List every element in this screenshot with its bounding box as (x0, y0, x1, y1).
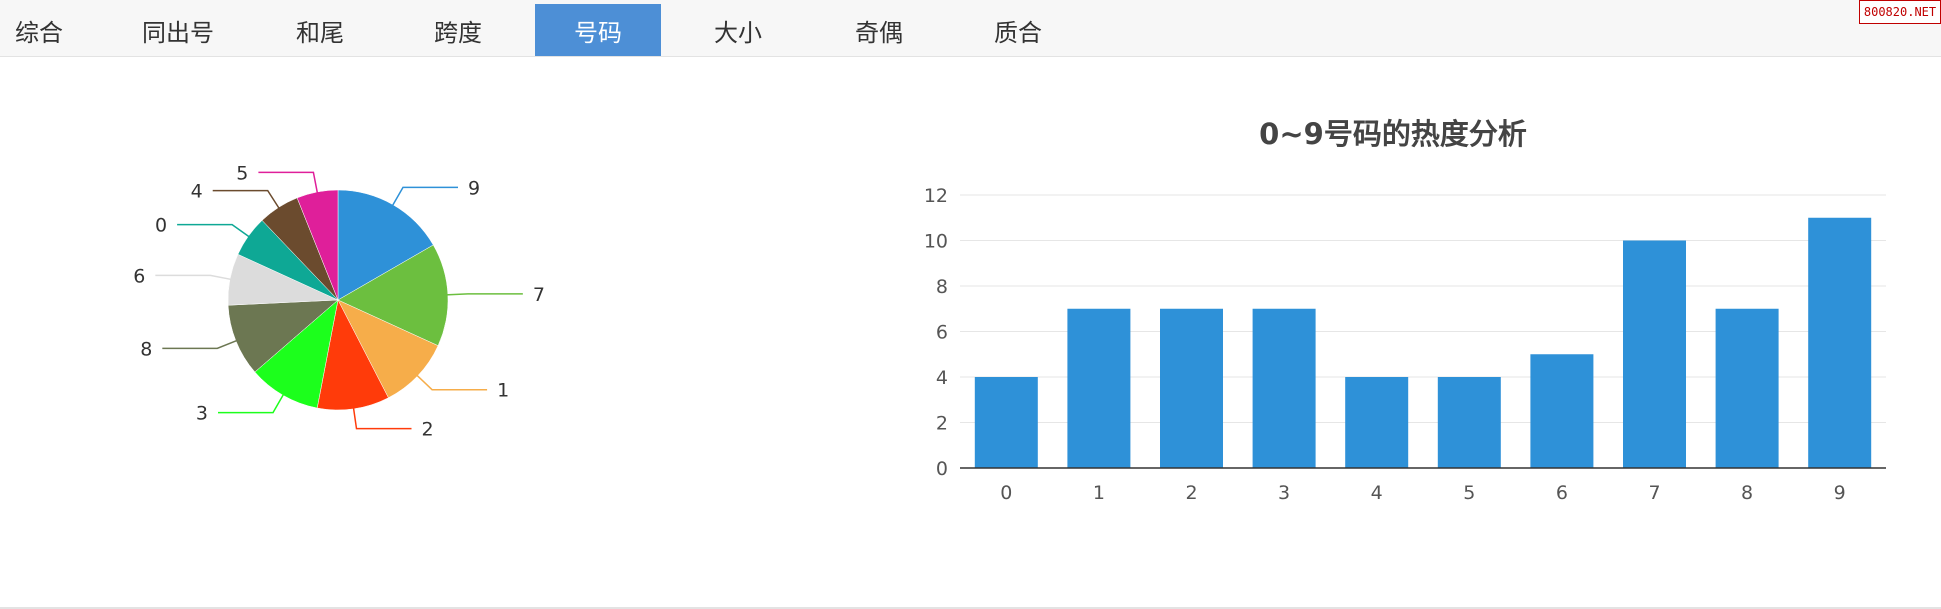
bar-chart-title: 0~9号码的热度分析 (1259, 117, 1527, 151)
tab-number[interactable]: 号码 (535, 4, 661, 56)
bar-5[interactable] (1437, 377, 1501, 468)
pie-label-0: 0 (155, 215, 167, 237)
tab-odd-even[interactable]: 奇偶 (829, 4, 929, 56)
bar-2[interactable] (1160, 308, 1223, 468)
bar-4[interactable] (1345, 377, 1409, 468)
bar-0[interactable] (974, 377, 1038, 468)
y-tick-label: 6 (936, 322, 948, 344)
pie-leader-8 (162, 339, 239, 350)
x-tick-label: 2 (1185, 482, 1197, 504)
pie-label-9: 9 (468, 177, 480, 199)
pie-leader-4 (212, 189, 281, 210)
x-tick-label: 4 (1371, 482, 1383, 504)
tab-same-number[interactable]: 同出号 (128, 4, 228, 56)
pie-leader-7 (445, 293, 523, 296)
y-tick-label: 4 (936, 367, 948, 389)
tab-prime-composite[interactable]: 质合 (968, 4, 1068, 56)
bar-7[interactable] (1623, 240, 1686, 469)
x-tick-label: 8 (1741, 482, 1753, 504)
pie-label-4: 4 (191, 181, 203, 203)
tab-span[interactable]: 跨度 (408, 4, 508, 56)
x-tick-label: 3 (1278, 482, 1290, 504)
x-tick-label: 5 (1463, 482, 1475, 504)
x-tick-label: 9 (1834, 482, 1846, 504)
pie-leader-1 (415, 373, 488, 391)
bar-9[interactable] (1808, 217, 1872, 468)
x-tick-label: 6 (1556, 482, 1568, 504)
tab-big-small[interactable]: 大小 (688, 4, 788, 56)
bar-chart: 0~9号码的热度分析0246810120 1 2 3 4 5 6 7 8 9 (924, 117, 1886, 504)
tab-composite[interactable]: 综合 (0, 4, 78, 56)
bar-1[interactable] (1067, 308, 1131, 468)
y-tick-label: 0 (936, 458, 948, 480)
pie-label-6: 6 (133, 265, 145, 287)
pie-label-7: 7 (533, 284, 545, 306)
y-tick-label: 8 (936, 276, 948, 298)
pie-leader-2 (352, 406, 412, 430)
site-watermark: 800820.NET (1859, 0, 1941, 24)
pie-label-8: 8 (140, 338, 152, 360)
pie-chart: 9 7 1 2 3 8 6 0 4 5 (133, 162, 545, 441)
y-tick-label: 12 (924, 185, 948, 207)
x-tick-label: 0 (1000, 482, 1012, 504)
pie-leader-0 (177, 223, 251, 238)
bar-3[interactable] (1252, 308, 1316, 468)
y-tick-label: 10 (924, 231, 948, 253)
x-tick-label: 7 (1648, 482, 1660, 504)
bar-6[interactable] (1530, 354, 1594, 468)
x-tick-label: 1 (1093, 482, 1105, 504)
tab-bar: 综合 同出号 和尾 跨度 号码 大小 奇偶 质合 (0, 0, 1941, 57)
y-tick-label: 2 (936, 413, 948, 435)
pie-label-3: 3 (196, 403, 208, 425)
bar-8[interactable] (1715, 308, 1779, 468)
pie-leader-9 (391, 186, 458, 207)
pie-leader-6 (155, 274, 233, 281)
pie-label-2: 2 (422, 419, 434, 441)
pie-label-1: 1 (497, 380, 509, 402)
pie-label-5: 5 (236, 162, 248, 184)
tab-sum-tail[interactable]: 和尾 (270, 4, 370, 56)
pie-leader-3 (218, 393, 285, 414)
